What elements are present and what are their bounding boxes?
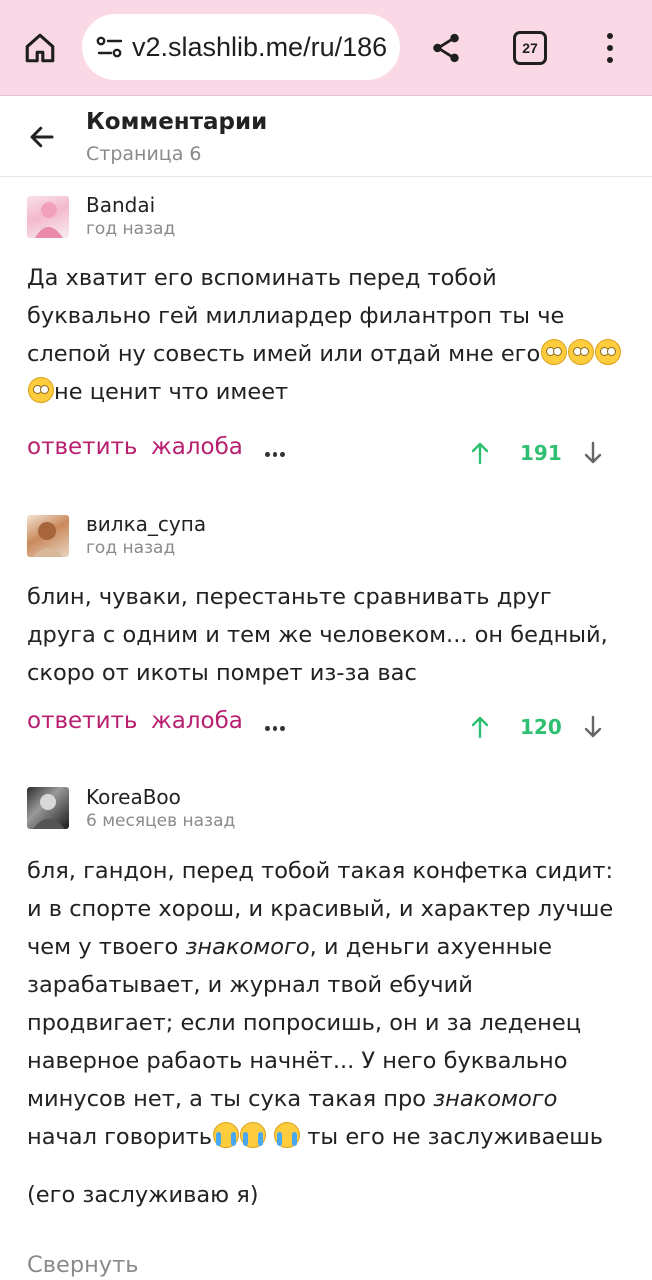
more-horizontal-icon[interactable] [265, 726, 286, 732]
reply-button[interactable]: ответить [27, 434, 137, 460]
comment-date: 6 месяцев назад [86, 811, 236, 831]
eye-roll-emoji-icon [540, 339, 567, 365]
tab-count: 27 [522, 40, 538, 56]
comment-author[interactable]: Bandai [86, 193, 155, 217]
page-title: Комментарии [86, 109, 268, 135]
comment-date: год назад [86, 219, 176, 239]
eye-roll-emoji-icon [27, 377, 54, 403]
share-button[interactable] [424, 26, 468, 70]
comment-actions: ответить жалоба 191 [0, 434, 652, 474]
crying-emoji-icon [239, 1122, 266, 1148]
crying-emoji-icon [212, 1122, 239, 1148]
more-vertical-icon [607, 33, 613, 39]
report-button[interactable]: жалоба [151, 434, 243, 460]
comment-text-italic: знакомого [433, 1086, 558, 1112]
comment-actions: ответить жалоба 120 [0, 708, 652, 748]
comment-text-paragraph: (его заслуживаю я) [27, 1182, 259, 1208]
comment-text-part: начал говорить [27, 1124, 212, 1150]
crying-emoji-icon [273, 1122, 300, 1148]
upvote-arrow-icon[interactable] [468, 440, 492, 466]
reply-button[interactable]: ответить [27, 708, 137, 734]
more-horizontal-icon[interactable] [265, 452, 286, 458]
more-dot [607, 57, 613, 63]
tab-switcher-button[interactable]: 27 [513, 31, 547, 65]
eye-roll-emoji-icon [567, 339, 594, 365]
avatar[interactable] [27, 515, 69, 557]
report-button[interactable]: жалоба [151, 708, 243, 734]
share-icon [433, 33, 459, 63]
url-text: v2.slashlib.me/ru/186 [132, 31, 388, 62]
vote-score: 120 [520, 715, 562, 739]
site-settings-icon[interactable] [94, 34, 126, 60]
comment-text-italic: знакомого [185, 934, 310, 960]
vote-score: 191 [520, 441, 562, 465]
comment-author[interactable]: KoreaBoo [86, 785, 181, 809]
back-button[interactable] [22, 117, 62, 157]
comment-author[interactable]: вилка_супа [86, 512, 206, 536]
avatar[interactable] [27, 787, 69, 829]
comment-text-part: ты его не заслуживаешь [300, 1124, 604, 1150]
page-subtitle: Страница 6 [86, 143, 202, 165]
comment-text-part: Да хватит его вспоминать перед тобой бук… [27, 265, 565, 367]
arrow-back-icon [30, 126, 54, 148]
comment-date: год назад [86, 538, 176, 558]
browser-menu-button[interactable] [596, 26, 624, 70]
page-header: Комментарии Страница 6 [0, 97, 652, 177]
avatar[interactable] [27, 196, 69, 238]
collapse-button[interactable]: Свернуть [27, 1252, 139, 1278]
comment-text: Да хватит его вспоминать перед тобой бук… [27, 259, 623, 411]
upvote-arrow-icon[interactable] [468, 714, 492, 740]
downvote-arrow-icon[interactable] [581, 714, 605, 740]
comment-text-part: не ценит что имеет [54, 379, 289, 405]
home-button[interactable] [18, 26, 62, 70]
comment-text: бля, гандон, перед тобой такая конфетка … [27, 852, 623, 1156]
home-icon [25, 33, 55, 63]
comment-text: блин, чуваки, перестаньте сравнивать дру… [27, 584, 608, 686]
more-dot [607, 45, 613, 51]
browser-toolbar: v2.slashlib.me/ru/186 27 [0, 0, 652, 96]
downvote-arrow-icon[interactable] [581, 440, 605, 466]
address-bar[interactable]: v2.slashlib.me/ru/186 [82, 14, 400, 80]
eye-roll-emoji-icon [594, 339, 621, 365]
